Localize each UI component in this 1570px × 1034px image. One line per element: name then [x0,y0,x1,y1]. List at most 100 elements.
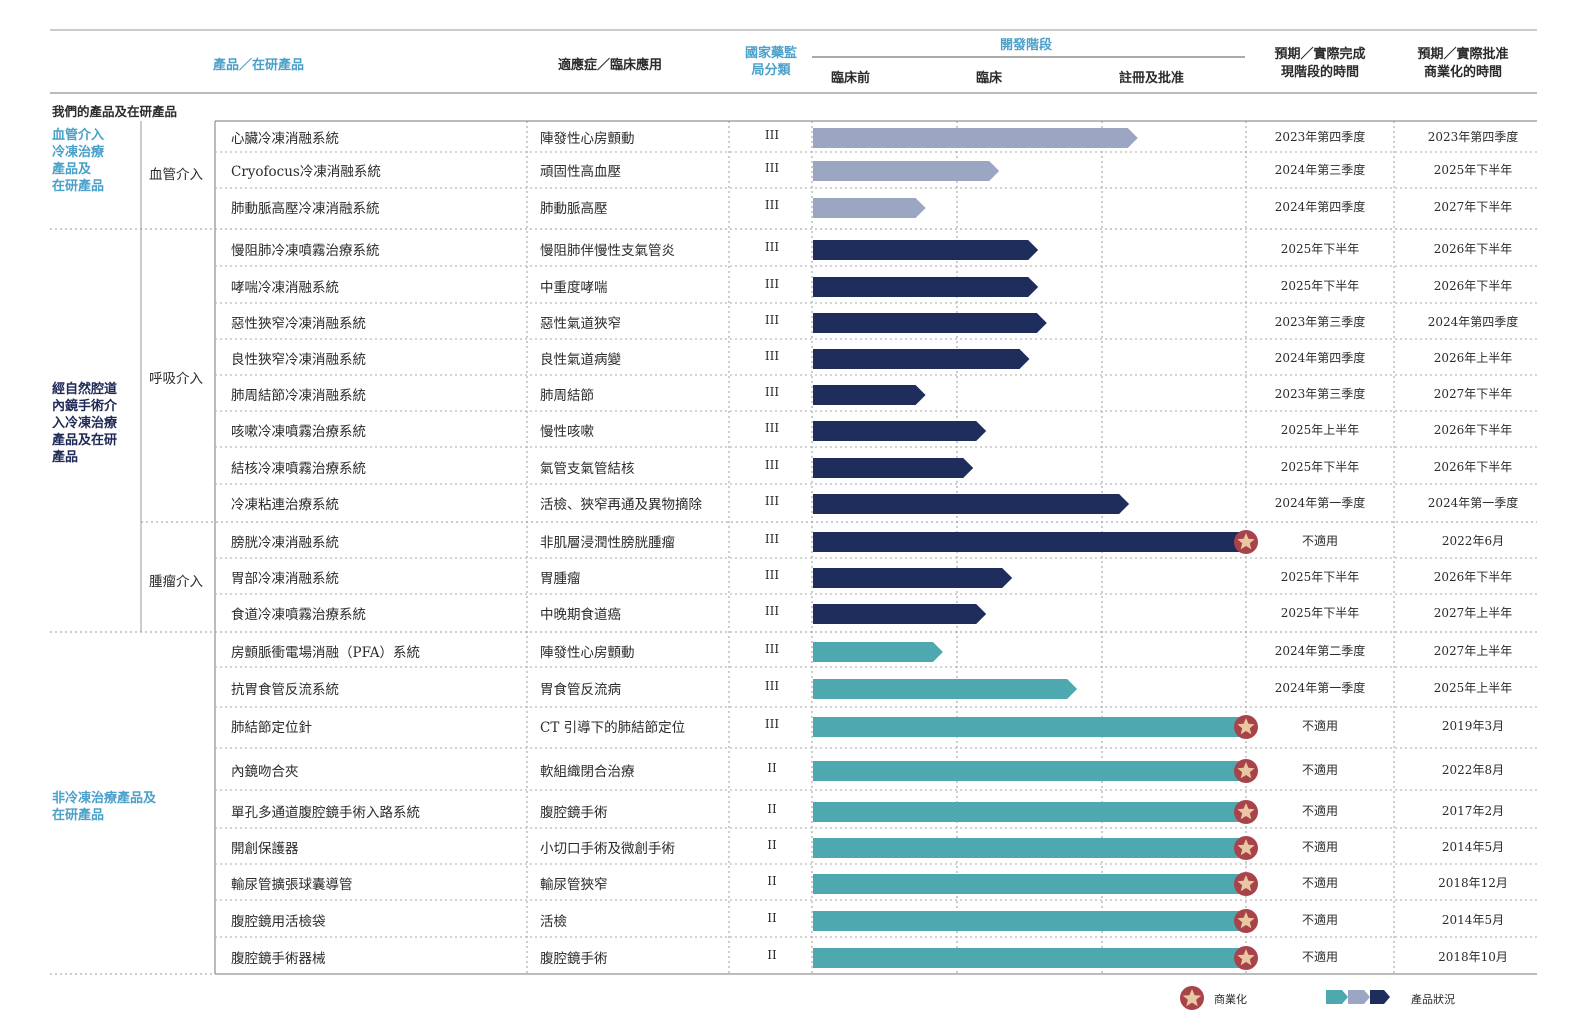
approval-time: 2014年5月 [1441,913,1505,927]
nmpa-class: III [764,240,780,254]
approval-time: 2017年2月 [1441,804,1505,818]
indication: 腹腔鏡手術 [540,805,608,821]
approval-time: 2025年下半年 [1433,163,1513,177]
stage-time: 2025年上半年 [1280,423,1360,437]
product-name: 肺周結節冷凍消融系統 [231,388,366,404]
progress-bar [813,532,1246,552]
nmpa-class: III [764,568,780,582]
indication: 頑固性高血壓 [540,164,621,180]
stage-time: 2024年第一季度 [1274,681,1366,695]
approval-time: 2019年3月 [1441,719,1505,733]
nmpa-class: II [767,948,777,962]
product-name: 咳嗽冷凍噴霧治療系統 [231,424,366,440]
product-name: 冷凍粘連治療系統 [231,497,339,513]
product-name: 慢阻肺冷凍噴霧治療系統 [231,243,380,259]
indication: 氣管支氣管結核 [540,461,635,477]
approval-time: 2026年下半年 [1433,460,1513,474]
nmpa-class: II [767,838,777,852]
indication: 小切口手術及微創手術 [540,841,675,857]
progress-bar [813,948,1246,968]
indication: CT 引導下的肺結節定位 [540,720,686,736]
nmpa-class: III [764,458,780,472]
nmpa-class: III [764,604,780,618]
nmpa-class: III [764,128,780,142]
progress-bar [813,838,1246,858]
subgroup-oncology: 腫瘤介入 [149,574,203,590]
product-name: 膀胱冷凍消融系統 [231,535,339,551]
stage-time: 不適用 [1301,804,1338,818]
indication: 輸尿管狹窄 [540,877,608,893]
progress-bar [813,679,1078,699]
indication: 肺周結節 [540,388,594,404]
product-name: 開創保護器 [231,841,299,857]
indication: 慢阻肺伴慢性支氣管炎 [540,243,675,259]
product-name: 肺動脈高壓冷凍消融系統 [231,201,380,217]
nmpa-class: III [764,161,780,175]
approval-time: 2027年上半年 [1433,606,1513,620]
nmpa-class: III [764,532,780,546]
product-name: 胃部冷凍消融系統 [231,571,339,587]
indication: 惡性氣道狹窄 [540,316,621,332]
progress-bar [813,717,1246,737]
progress-bar [813,277,1039,297]
progress-bar [813,802,1246,822]
approval-time: 2018年10月 [1438,950,1508,964]
header-indication: 適應症／臨床應用 [558,58,663,73]
commercial-star-icon [1234,715,1258,739]
subgroup-vascular: 血管介入 [149,167,203,183]
progress-bar [813,458,974,478]
nmpa-class: II [767,761,777,775]
header-stage-registration: 註冊及批准 [1119,71,1185,86]
commercial-star-icon [1234,909,1258,933]
indication: 中重度哮喘 [540,280,608,296]
progress-bar [813,911,1246,931]
approval-time: 2026年上半年 [1433,351,1513,365]
legend-commercialized: 商業化 [1214,993,1247,1006]
approval-time: 2024年第一季度 [1427,496,1519,510]
approval-time: 2024年第四季度 [1427,315,1519,329]
group-endoscopic-cryo: 經自然腔道 內鏡手術介 入冷凍治療 產品及在研 產品 [52,382,118,465]
approval-time: 2026年下半年 [1433,423,1513,437]
progress-bar [813,604,987,624]
product-name: 輸尿管擴張球囊導管 [231,877,353,893]
progress-bar [813,385,926,405]
nmpa-class: III [764,642,780,656]
stage-time: 不適用 [1301,840,1338,854]
legend-commercial-star-icon [1180,986,1204,1010]
product-name: Cryofocus冷凍消融系統 [231,164,381,180]
indication: 中晚期食道癌 [540,607,621,623]
approval-time: 2022年8月 [1441,763,1505,777]
progress-bar [813,494,1130,514]
stage-time: 不適用 [1301,763,1338,777]
group-non-cryo: 非冷凍治療產品及 在研產品 [52,791,157,823]
indication: 非肌層浸潤性膀胱腫瘤 [540,535,675,551]
stage-time: 2023年第三季度 [1274,387,1366,401]
product-name: 腹腔鏡手術器械 [231,951,326,967]
product-name: 房顫脈衝電場消融（PFA）系統 [231,645,421,661]
progress-bar [813,874,1246,894]
stage-time: 2024年第三季度 [1274,163,1366,177]
progress-bar [813,198,926,218]
progress-bar [813,161,1000,181]
nmpa-class: III [764,679,780,693]
progress-bar [813,421,987,441]
product-name: 內鏡吻合夾 [231,764,299,780]
approval-time: 2022年6月 [1441,534,1505,548]
approval-time: 2027年下半年 [1433,387,1513,401]
product-name: 結核冷凍噴霧治療系統 [231,461,366,477]
product-name: 哮喘冷凍消融系統 [231,280,339,296]
approval-time: 2023年第四季度 [1427,130,1519,144]
nmpa-class: II [767,802,777,816]
stage-time: 不適用 [1301,913,1338,927]
stage-time: 不適用 [1301,534,1338,548]
nmpa-class: III [764,198,780,212]
indication: 陣發性心房顫動 [540,645,635,661]
nmpa-class: III [764,421,780,435]
approval-time: 2026年下半年 [1433,279,1513,293]
stage-time: 2025年下半年 [1280,460,1360,474]
indication: 活檢 [540,914,567,930]
product-name: 食道冷凍噴霧治療系統 [231,607,366,623]
nmpa-class: III [764,313,780,327]
commercial-star-icon [1234,759,1258,783]
progress-bar [813,128,1138,148]
